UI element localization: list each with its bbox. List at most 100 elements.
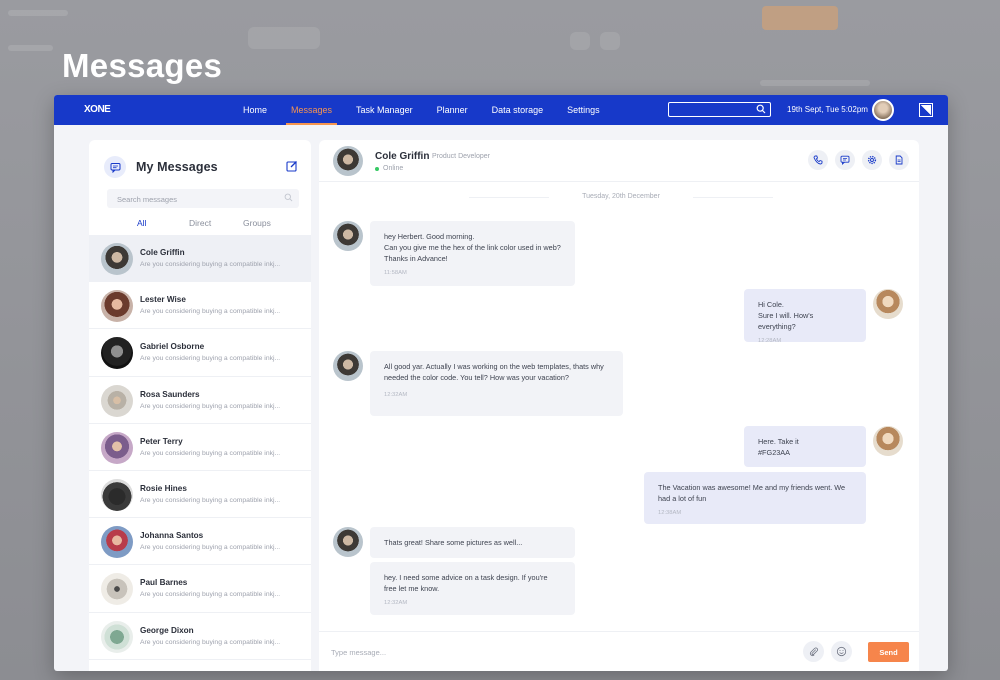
contact-name: Cole Griffin xyxy=(140,248,185,257)
tab-groups[interactable]: Groups xyxy=(243,218,271,236)
main-nav: Home Messages Task Manager Planner Data … xyxy=(232,95,613,125)
user-avatar[interactable] xyxy=(872,99,894,121)
search-icon xyxy=(284,193,293,202)
message-search xyxy=(107,189,299,209)
nav-data-storage[interactable]: Data storage xyxy=(481,95,555,125)
contact-name: Peter Terry xyxy=(140,436,183,446)
contact-name: Paul Barnes xyxy=(140,578,188,588)
message-time: 11:58AM xyxy=(384,270,407,276)
message-bubble: Hi Cole. Sure I will. How's everything? … xyxy=(744,289,866,344)
message-bubble: Thats great! Share some pictures as well… xyxy=(370,527,575,558)
current-datetime: 19th Sept, Tue 5:02pm xyxy=(787,105,868,114)
chat-files-button[interactable] xyxy=(889,150,909,170)
app-window: XONE Home Messages Task Manager Planner … xyxy=(54,95,948,671)
nav-task-manager[interactable]: Task Manager xyxy=(345,95,424,125)
contact-list: Cole Griffin Are you considering buying … xyxy=(89,235,311,660)
smiley-icon xyxy=(836,646,847,657)
contact-name: Rosa Saunders xyxy=(140,389,200,399)
message-bubble: Here. Take it #FG23AA xyxy=(744,426,866,467)
tab-direct[interactable]: Direct xyxy=(189,218,211,236)
message-icon xyxy=(840,155,850,165)
contact-item[interactable]: George Dixon Are you considering buying … xyxy=(89,613,311,660)
nav-messages[interactable]: Messages xyxy=(280,95,343,125)
contact-preview: Are you considering buying a compatible … xyxy=(140,308,281,316)
contact-item[interactable]: Johanna Santos Are you considering buyin… xyxy=(89,518,311,566)
message-text: hey. I need some advice on a task design… xyxy=(384,573,548,593)
message-text: Hi Cole. Sure I will. How's everything? xyxy=(758,300,814,331)
contact-avatar xyxy=(101,337,133,370)
message-text: The Vacation was awesome! Me and my frie… xyxy=(658,483,846,503)
nav-home[interactable]: Home xyxy=(232,95,278,125)
paperclip-icon xyxy=(809,646,818,656)
call-button[interactable] xyxy=(808,150,828,170)
message-bubble: All good yar. Actually I was working on … xyxy=(370,351,623,416)
contact-preview: Are you considering buying a compatible … xyxy=(140,402,281,410)
contact-item[interactable]: Paul Barnes Are you considering buying a… xyxy=(89,565,311,613)
contact-name: Rosie Hines xyxy=(140,483,187,493)
chat-options-button[interactable] xyxy=(835,150,855,170)
message-text: Here. Take it #FG23AA xyxy=(758,437,799,457)
attach-button[interactable] xyxy=(803,641,824,662)
message-avatar xyxy=(333,351,363,381)
online-dot-icon xyxy=(375,166,379,171)
chat-bubble-icon xyxy=(104,156,126,178)
message-text: hey Herbert. Good morning. Can you give … xyxy=(384,232,561,263)
document-icon xyxy=(895,155,903,165)
nav-settings[interactable]: Settings xyxy=(556,95,611,125)
app-logo[interactable]: XONE xyxy=(84,104,111,115)
message-text: Thats great! Share some pictures as well… xyxy=(384,538,523,547)
contact-name: George Dixon xyxy=(140,625,194,635)
message-avatar xyxy=(873,426,903,456)
tab-all[interactable]: All xyxy=(128,218,156,240)
contact-item[interactable]: Cole Griffin Are you considering buying … xyxy=(89,235,311,283)
chat-panel: Cole Griffin Product Developer Online Tu… xyxy=(319,140,919,671)
contact-item[interactable]: Peter Terry Are you considering buying a… xyxy=(89,424,311,471)
top-navbar: XONE Home Messages Task Manager Planner … xyxy=(54,95,948,125)
contact-item[interactable]: Rosa Saunders Are you considering buying… xyxy=(89,377,311,424)
contact-preview: Are you considering buying a compatible … xyxy=(140,496,281,504)
online-status: Online xyxy=(375,165,403,172)
contact-avatar xyxy=(101,384,133,417)
send-button[interactable]: Send xyxy=(868,642,909,662)
contact-avatar xyxy=(101,431,133,464)
phone-icon xyxy=(813,155,823,165)
message-time: 12:28AM xyxy=(758,338,782,344)
message-text: All good yar. Actually I was working on … xyxy=(384,362,604,382)
gear-icon xyxy=(867,155,877,165)
nav-planner[interactable]: Planner xyxy=(426,95,479,125)
contact-item[interactable]: Lester Wise Are you considering buying a… xyxy=(89,282,311,330)
contact-avatar xyxy=(101,573,133,606)
conversations-header: My Messages xyxy=(104,156,218,178)
chat-contact-name: Cole Griffin xyxy=(375,151,430,162)
message-bubble: hey Herbert. Good morning. Can you give … xyxy=(370,221,575,286)
contact-avatar xyxy=(101,478,133,511)
compose-icon[interactable] xyxy=(286,160,298,172)
conversations-title: My Messages xyxy=(136,160,218,174)
message-time: 12:32AM xyxy=(384,392,408,398)
expand-icon[interactable] xyxy=(919,103,933,117)
chat-contact-role: Product Developer xyxy=(432,153,490,160)
conversations-panel: My Messages All Direct Groups Cole Griff… xyxy=(89,140,311,671)
global-search-input[interactable] xyxy=(668,102,771,117)
contact-name: Johanna Santos xyxy=(140,531,204,541)
chat-contact-avatar[interactable] xyxy=(333,146,363,176)
contact-avatar xyxy=(101,620,133,653)
contact-preview: Are you considering buying a compatible … xyxy=(140,591,281,599)
message-time: 12:38AM xyxy=(658,510,682,516)
search-icon[interactable] xyxy=(756,104,766,114)
contact-preview: Are you considering buying a compatible … xyxy=(140,638,281,646)
contact-preview: Are you considering buying a compatible … xyxy=(140,355,281,363)
contact-avatar xyxy=(101,243,133,275)
chat-settings-button[interactable] xyxy=(862,150,882,170)
contact-avatar xyxy=(101,526,133,559)
message-search-input[interactable] xyxy=(107,190,299,209)
message-input[interactable] xyxy=(331,644,771,660)
message-avatar xyxy=(873,289,903,319)
contact-item[interactable]: Rosie Hines Are you considering buying a… xyxy=(89,471,311,519)
message-avatar xyxy=(333,221,363,251)
online-status-label: Online xyxy=(383,165,404,172)
conversation-tabs: All Direct Groups xyxy=(89,218,311,240)
contact-item[interactable]: Gabriel Osborne Are you considering buyi… xyxy=(89,329,311,377)
emoji-button[interactable] xyxy=(831,641,852,662)
contact-preview: Are you considering buying a compatible … xyxy=(140,449,281,457)
